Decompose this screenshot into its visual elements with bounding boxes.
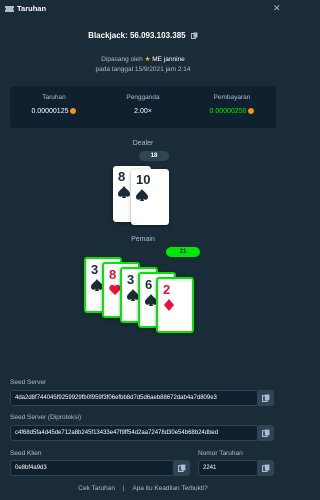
payout-value: 0.00000250 [209, 108, 247, 115]
server-seed-label: Seed Server [10, 379, 47, 386]
bet-amount-value: 0.00000125 [31, 108, 69, 115]
nonce-label: Nomor Taruhan [198, 450, 243, 457]
copy-icon [262, 429, 270, 437]
copy-icon [178, 464, 186, 472]
copy-server-seed-button[interactable] [258, 390, 274, 406]
star-icon: ★ [144, 56, 151, 63]
payout-label: Pembayaran [213, 94, 251, 101]
hashed-seed-label: Seed Server (Diproteksi) [10, 414, 82, 421]
copy-hashed-seed-button[interactable] [258, 425, 274, 441]
card-rank: 2 [163, 282, 171, 297]
card-rank: 3 [91, 262, 99, 277]
modal-header: Taruhan ✕ [0, 0, 286, 18]
card-rank: 8 [118, 169, 126, 184]
player-card: 2 [156, 277, 194, 333]
bitcoin-icon [248, 108, 255, 115]
ticket-icon [5, 6, 14, 12]
copy-icon [262, 394, 270, 402]
card-rank: 3 [127, 272, 135, 287]
client-seed-label: Seed Klien [10, 450, 42, 457]
dealer-label: Dealer [132, 140, 154, 147]
bet-id: Blackjack: 56.093.103.385 [0, 31, 286, 40]
bet-id-text: Blackjack: 56.093.103.385 [88, 31, 186, 40]
placed-prefix: Dipasang oleh [101, 56, 143, 63]
footer-separator: | [122, 485, 125, 492]
spade-icon [118, 186, 130, 198]
bet-stats-panel: Taruhan 0.00000125 Pengganda 2.00× Pemba… [10, 86, 276, 128]
diamond-icon [164, 299, 174, 311]
card-rank: 6 [145, 277, 153, 292]
nonce-field[interactable]: 2241 [198, 460, 258, 476]
payout-stat: Pembayaran 0.00000250 [188, 94, 276, 115]
close-icon[interactable]: ✕ [273, 3, 281, 14]
spade-icon [136, 189, 148, 201]
player-total-badge: 21 [166, 247, 200, 257]
provably-fair-link[interactable]: Apa itu Keadilan Terbukti? [132, 485, 207, 492]
multiplier-stat: Pengganda 2.00× [99, 94, 187, 115]
bitcoin-icon [70, 108, 77, 115]
bet-amount-label: Taruhan [42, 94, 66, 101]
server-seed-field[interactable]: 4da2d8f744045f9259929fb0f959f3f06efbb8d7… [10, 390, 258, 406]
client-seed-field[interactable]: 0e8bf4a9d3 [10, 460, 174, 476]
card-rank: 8 [109, 267, 117, 282]
placed-info: Dipasang oleh ★ ME jannine pada tanggal … [0, 55, 286, 75]
dealer-card: 10 [131, 169, 169, 225]
placed-date: pada tanggal 15/9/2021 jam 2:14 [95, 66, 191, 73]
dealer-total-badge: 18 [139, 151, 169, 161]
hashed-seed-field[interactable]: c4f68d5fa4d45de712a8b245f13433e47f9ff54d… [10, 425, 258, 441]
copy-icon[interactable] [190, 32, 198, 40]
player-label: Pemain [131, 236, 155, 243]
multiplier-label: Pengganda [126, 94, 160, 101]
copy-client-seed-button[interactable] [174, 460, 190, 476]
card-rank: 10 [136, 172, 151, 187]
bet-amount-stat: Taruhan 0.00000125 [10, 94, 98, 115]
check-bet-link[interactable]: Cek Taruhan [78, 485, 115, 492]
copy-icon [262, 464, 270, 472]
multiplier-value: 2.00× [134, 108, 152, 115]
placed-user[interactable]: ME jannine [152, 56, 185, 63]
copy-nonce-button[interactable] [258, 460, 274, 476]
modal-title: Taruhan [17, 4, 47, 13]
footer-links: Cek Taruhan | Apa itu Keadilan Terbukti? [0, 485, 286, 492]
